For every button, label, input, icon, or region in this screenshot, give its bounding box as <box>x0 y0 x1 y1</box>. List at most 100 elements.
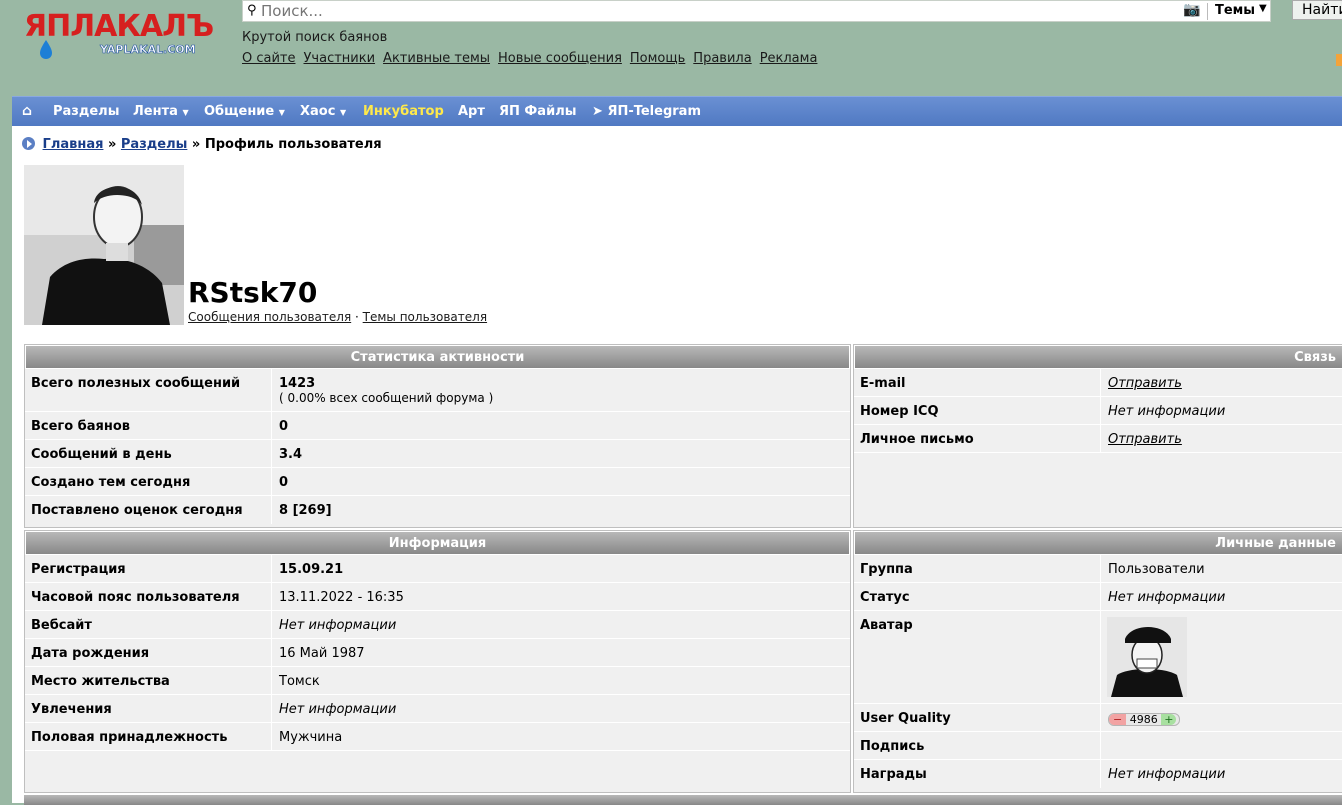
breadcrumb: Главная » Разделы » Профиль пользователя <box>22 137 382 152</box>
row-label: Поставлено оценок сегодня <box>31 503 243 518</box>
row-label: E-mail <box>860 376 906 391</box>
nav-chaos[interactable]: Хаос ▼ <box>300 104 346 119</box>
row-value: 13.11.2022 - 16:35 <box>279 590 404 605</box>
row-label: Подпись <box>860 739 925 754</box>
stats-panel: Статистика активности Всего полезных соо… <box>24 344 851 528</box>
rss-icon[interactable] <box>1336 54 1342 66</box>
row-value: Нет информации <box>279 618 397 633</box>
table-row: Всего полезных сообщений 1423 ( 0.00% вс… <box>25 369 850 412</box>
column-divider <box>271 440 272 467</box>
logo-sub: YAPLAKAL.COM <box>99 43 196 56</box>
table-row: Группа Пользователи <box>854 555 1342 583</box>
row-label: Номер ICQ <box>860 404 939 419</box>
info-panel: Информация Регистрация 15.09.21 Часовой … <box>24 530 851 793</box>
row-label: Регистрация <box>31 562 126 577</box>
table-row: Статус Нет информации <box>854 583 1342 611</box>
send-pm-link[interactable]: Отправить <box>1108 432 1182 447</box>
row-label: Создано тем сегодня <box>31 475 191 490</box>
user-posts-link[interactable]: Сообщения пользователя <box>188 310 351 324</box>
nav-social[interactable]: Общение ▼ <box>204 104 285 119</box>
column-divider <box>271 723 272 750</box>
site-logo[interactable]: ЯПЛАКАЛЪ YAPLAKAL.COM <box>22 6 222 62</box>
row-value: 8 [269] <box>279 503 332 518</box>
nav-telegram[interactable]: ➤ ЯП-Telegram <box>592 104 701 119</box>
profile-links: Сообщения пользователя · Темы пользовате… <box>188 310 487 324</box>
user-topics-link[interactable]: Темы пользователя <box>363 310 487 324</box>
row-value: 15.09.21 <box>279 562 344 577</box>
link-help[interactable]: Помощь <box>630 51 685 66</box>
row-label: Увлечения <box>31 702 112 717</box>
link-ads[interactable]: Реклама <box>760 51 818 66</box>
row-label: User Quality <box>860 711 951 726</box>
search-icon: ⚲ <box>247 3 257 18</box>
table-row: Место жительства Томск <box>25 667 850 695</box>
row-subvalue: ( 0.00% всех сообщений форума ) <box>279 391 494 405</box>
home-icon[interactable]: ⌂ <box>22 103 32 119</box>
avatar <box>1107 617 1187 697</box>
main-nav: ⌂ Разделы Лента ▼ Общение ▼ Хаос ▼ Инкуб… <box>12 96 1342 127</box>
chevron-down-icon: ▼ <box>339 108 347 117</box>
column-divider <box>1100 397 1101 424</box>
contact-title: Связь <box>854 345 1342 369</box>
row-value: Нет информации <box>1108 767 1226 782</box>
table-row: Создано тем сегодня 0 <box>25 468 850 496</box>
row-value: 1423 <box>279 376 316 391</box>
column-divider <box>271 369 272 411</box>
breadcrumb-home[interactable]: Главная <box>43 137 104 152</box>
nav-sections[interactable]: Разделы <box>53 104 119 119</box>
chevron-down-icon[interactable]: ▼ <box>1259 3 1267 14</box>
nav-incubator[interactable]: Инкубатор <box>363 104 444 119</box>
vote-up-button[interactable]: + <box>1161 714 1177 725</box>
column-divider <box>271 611 272 638</box>
link-new-messages[interactable]: Новые сообщения <box>498 51 622 66</box>
column-divider <box>271 468 272 495</box>
row-label: Часовой пояс пользователя <box>31 590 240 605</box>
main-content: Главная » Разделы » Профиль пользователя… <box>12 126 1342 805</box>
column-divider <box>1100 760 1101 788</box>
search-scope-select[interactable]: Темы <box>1215 3 1255 18</box>
send-email-link[interactable]: Отправить <box>1108 376 1182 391</box>
next-panel-header <box>24 795 1342 805</box>
row-label: Всего баянов <box>31 419 131 434</box>
column-divider <box>271 695 272 722</box>
find-button[interactable]: Найти <box>1292 0 1342 20</box>
search-box: ⚲ 📷 Темы ▼ <box>242 0 1271 22</box>
contact-panel: Связь E-mail Отправить Номер ICQ Нет инф… <box>853 344 1342 528</box>
link-active-topics[interactable]: Активные темы <box>383 51 490 66</box>
column-divider <box>1100 611 1101 703</box>
breadcrumb-sections[interactable]: Разделы <box>121 137 187 152</box>
link-rules[interactable]: Правила <box>693 51 751 66</box>
search-input[interactable] <box>261 1 1161 21</box>
chevron-down-icon: ▼ <box>278 108 285 117</box>
column-divider <box>271 583 272 610</box>
row-value: 0 <box>279 475 289 490</box>
table-row: Личное письмо Отправить <box>854 425 1342 453</box>
nav-art[interactable]: Арт <box>458 104 485 119</box>
row-label: Награды <box>860 767 927 782</box>
nav-feed[interactable]: Лента ▼ <box>133 104 189 119</box>
play-icon <box>22 137 35 150</box>
breadcrumb-sep: » <box>191 137 201 152</box>
row-value: Мужчина <box>279 730 343 745</box>
profile-username: RStsk70 <box>188 276 318 309</box>
row-value: Нет информации <box>1108 590 1226 605</box>
row-label: Личное письмо <box>860 432 974 447</box>
row-label: Половая принадлежность <box>31 730 228 745</box>
row-value: Томск <box>279 674 320 689</box>
profile-photo <box>24 165 184 325</box>
table-row: User Quality − 4986 + <box>854 704 1342 732</box>
link-members[interactable]: Участники <box>304 51 376 66</box>
column-divider <box>271 555 272 582</box>
column-divider <box>1100 425 1101 452</box>
row-value: Нет информации <box>1108 404 1226 419</box>
table-row: Подпись <box>854 732 1342 760</box>
row-label: Всего полезных сообщений <box>31 376 241 391</box>
vote-down-button[interactable]: − <box>1109 714 1127 725</box>
column-divider <box>1100 583 1101 610</box>
camera-icon[interactable]: 📷 <box>1183 2 1200 18</box>
nav-files[interactable]: ЯП Файлы <box>499 104 576 119</box>
personal-panel: Личные данные Группа Пользователи Статус… <box>853 530 1342 793</box>
link-about[interactable]: О сайте <box>242 51 296 66</box>
search-divider <box>1207 3 1208 20</box>
row-label: Группа <box>860 562 913 577</box>
